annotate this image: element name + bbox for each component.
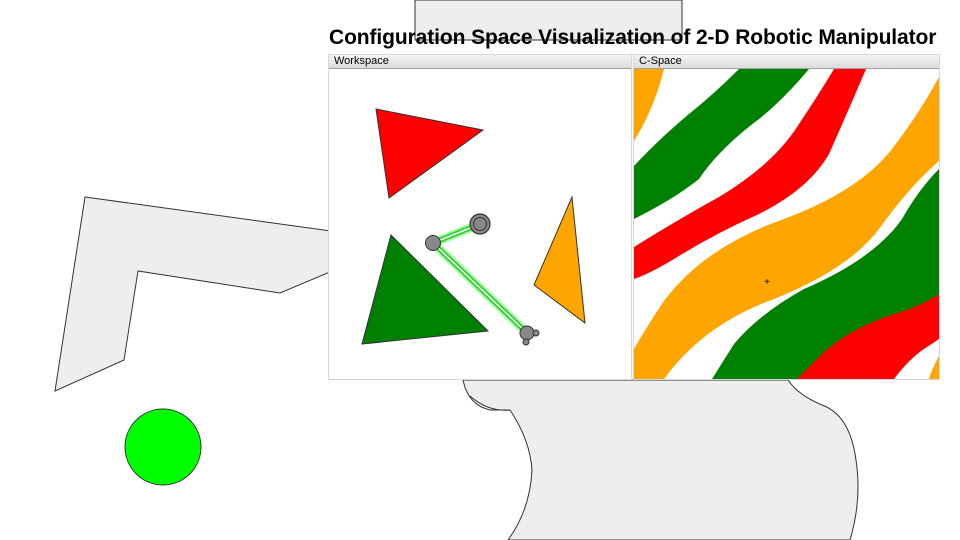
cspace-canvas[interactable]: + bbox=[634, 69, 939, 379]
workspace-canvas[interactable] bbox=[329, 69, 631, 379]
background-polygon-left bbox=[54, 196, 361, 392]
background-cylinder-shape bbox=[462, 379, 859, 540]
arm-base-joint-inner bbox=[473, 217, 487, 231]
cspace-canvas-wrap[interactable]: + bbox=[634, 69, 939, 379]
gripper-finger-a bbox=[532, 329, 540, 337]
arm-end-effector[interactable] bbox=[519, 325, 535, 341]
cspace-panel-header: C-Space bbox=[634, 55, 939, 69]
workspace-panel-header: Workspace bbox=[329, 55, 631, 69]
gripper-finger-b bbox=[522, 338, 530, 346]
arm-elbow-joint[interactable] bbox=[425, 235, 441, 251]
app-title: Configuration Space Visualization of 2-D… bbox=[329, 26, 937, 49]
cspace-panel: C-Space + bbox=[633, 54, 940, 380]
goal-marker-circle bbox=[124, 408, 202, 486]
workspace-panel: Workspace bbox=[328, 54, 632, 380]
workspace-canvas-wrap[interactable] bbox=[329, 69, 631, 379]
cspace-cursor-marker: + bbox=[764, 277, 770, 288]
